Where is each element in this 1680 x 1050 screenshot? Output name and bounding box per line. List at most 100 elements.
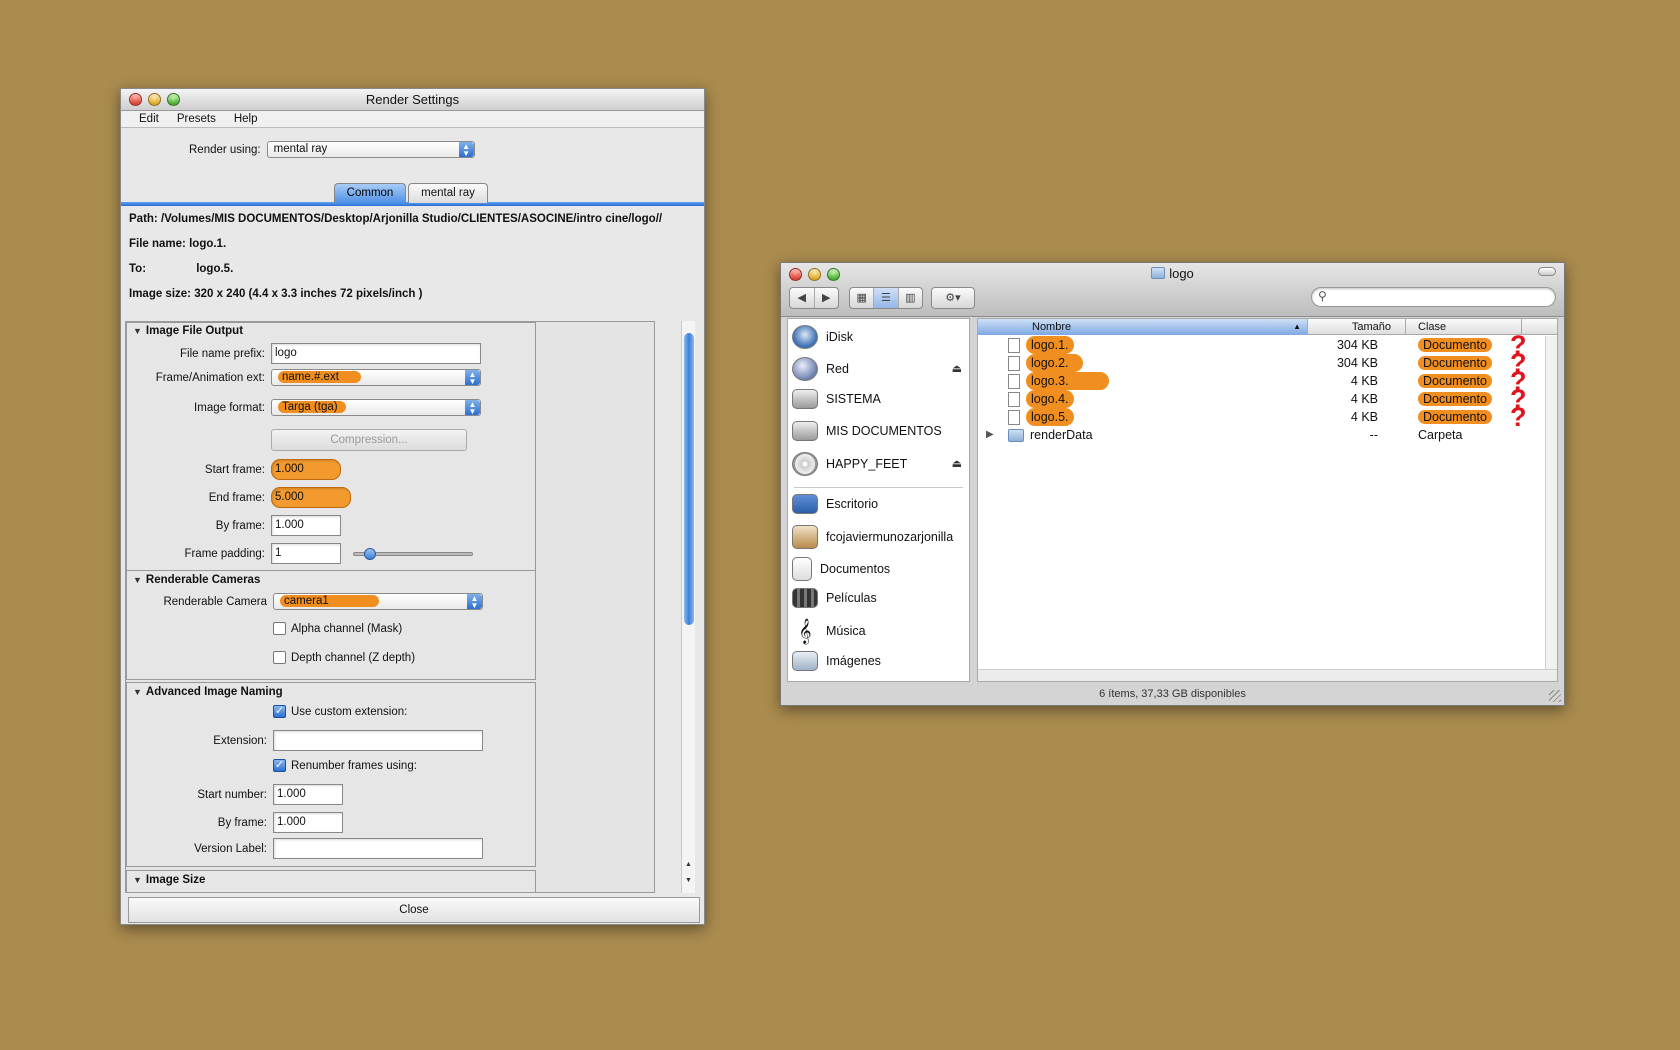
disclosure-right-icon[interactable]: ▶ xyxy=(986,426,994,444)
scroll-up-icon[interactable]: ▲ xyxy=(685,861,692,868)
close-button[interactable]: Close xyxy=(128,897,700,923)
movies-icon xyxy=(792,588,818,608)
custom-extension-checkbox[interactable]: ✓ Use custom extension: xyxy=(273,705,407,718)
renderable-cameras-section: ▼ Renderable Cameras Renderable Camera ca… xyxy=(126,570,536,680)
checkbox-empty-icon[interactable] xyxy=(273,622,286,635)
icon-view-icon[interactable]: ▦ xyxy=(850,288,875,308)
ext-select[interactable]: name.#.ext ▲ ▼ xyxy=(271,369,481,386)
column-nombre[interactable]: Nombre ▲ xyxy=(978,319,1308,335)
status-bar: 6 ítems, 37,33 GB disponibles xyxy=(1099,688,1246,700)
slider-knob[interactable] xyxy=(364,547,376,560)
file-list: Nombre ▲ Tamaño Clase logo.1. 304 KB Doc… xyxy=(977,318,1558,682)
sidebar-item-happy-feet[interactable]: HAPPY_FEET ⏏ xyxy=(792,452,966,476)
menu-help[interactable]: Help xyxy=(234,111,258,127)
eject-icon[interactable]: ⏏ xyxy=(952,362,962,375)
sidebar-item-musica[interactable]: 𝄞 Música xyxy=(792,619,866,643)
padding-input[interactable]: 1 xyxy=(271,543,341,564)
image-size-header[interactable]: ▼ Image Size xyxy=(133,874,205,886)
eject-icon[interactable]: ⏏ xyxy=(952,457,962,470)
sidebar-item-idisk[interactable]: iDisk xyxy=(792,325,853,349)
file-size: 4 KB xyxy=(1350,392,1378,406)
file-row-logo-3[interactable]: logo.3. 4 KB Documento ? xyxy=(978,368,1557,395)
by-frame-number-input[interactable]: 1.000 xyxy=(273,812,343,833)
file-kind: Carpeta xyxy=(1418,428,1463,442)
extension-input[interactable] xyxy=(273,730,483,751)
file-name: logo.3. xyxy=(1026,372,1109,390)
list-view-icon[interactable]: ☰ xyxy=(874,288,899,308)
file-kind: Documento xyxy=(1418,374,1492,388)
documents-icon xyxy=(792,557,812,581)
start-number-row: Start number: 1.000 xyxy=(127,784,343,805)
sidebar-item-mis-documentos[interactable]: MIS DOCUMENTOS xyxy=(792,421,942,441)
render-titlebar[interactable]: Render Settings xyxy=(121,89,704,111)
column-tamano[interactable]: Tamaño xyxy=(1308,319,1406,335)
depth-channel-checkbox[interactable]: Depth channel (Z depth) xyxy=(273,651,415,664)
action-button[interactable]: ⚙▾ xyxy=(931,287,975,309)
hard-drive-icon xyxy=(792,421,818,441)
forward-arrow-icon[interactable]: ▶ xyxy=(815,288,839,308)
scroll-down-icon[interactable]: ▼ xyxy=(685,877,692,884)
camera-select[interactable]: camera1 ▲ ▼ xyxy=(273,593,483,610)
menu-edit[interactable]: Edit xyxy=(139,111,159,127)
format-select[interactable]: Targa (tga) ▲ ▼ xyxy=(271,399,481,416)
sidebar-label: Música xyxy=(826,624,866,638)
start-frame-input[interactable]: 1.000 xyxy=(271,459,341,480)
renumber-frames-checkbox[interactable]: ✓ Renumber frames using: xyxy=(273,759,417,772)
sidebar-item-documentos[interactable]: Documentos xyxy=(792,557,890,581)
sidebar-label: iDisk xyxy=(826,330,854,344)
disclosure-down-icon: ▼ xyxy=(133,687,142,697)
sidebar-item-imagenes[interactable]: Imágenes xyxy=(792,651,881,671)
version-label-input[interactable] xyxy=(273,838,483,859)
prefix-input[interactable]: logo xyxy=(271,343,481,364)
finder-window: logo ◀ ▶ ▦ ☰ ▥ ⚙▾ ⚲ iDisk Red ⏏ SISTEMA … xyxy=(780,262,1565,706)
search-input[interactable]: ⚲ xyxy=(1311,287,1556,307)
column-view-icon[interactable]: ▥ xyxy=(899,288,922,308)
file-name: logo.5. xyxy=(1026,408,1074,426)
renderer-select[interactable]: mental ray ▲ ▼ xyxy=(266,141,475,158)
home-icon xyxy=(792,525,818,549)
sidebar-item-peliculas[interactable]: Películas xyxy=(792,588,877,608)
column-clase[interactable]: Clase xyxy=(1406,319,1522,335)
list-vertical-scrollbar[interactable] xyxy=(1545,336,1557,681)
path-label: Path: xyxy=(129,213,158,225)
sidebar-item-sistema[interactable]: SISTEMA xyxy=(792,389,881,409)
back-arrow-icon[interactable]: ◀ xyxy=(790,288,815,308)
file-row-renderdata[interactable]: ▶ renderData -- Carpeta xyxy=(978,426,1557,444)
render-using-row: Render using: mental ray ▲ ▼ xyxy=(189,141,475,158)
padding-slider[interactable] xyxy=(353,547,473,560)
toolbar-toggle-button[interactable] xyxy=(1538,267,1556,276)
file-size: 4 KB xyxy=(1350,374,1378,388)
image-file-output-header[interactable]: ▼ Image File Output xyxy=(133,325,243,337)
file-row-logo-2[interactable]: logo.2. 304 KB Documento ? xyxy=(978,350,1557,377)
menu-presets[interactable]: Presets xyxy=(177,111,216,127)
tab-common[interactable]: Common xyxy=(334,183,406,203)
list-horizontal-scrollbar[interactable] xyxy=(978,669,1557,681)
resize-grip-icon[interactable] xyxy=(1549,690,1561,702)
vertical-scrollbar[interactable]: ▲ ▼ xyxy=(681,321,695,893)
finder-titlebar[interactable]: logo ◀ ▶ ▦ ☰ ▥ ⚙▾ ⚲ xyxy=(781,263,1564,317)
idisk-icon xyxy=(792,325,818,349)
sidebar-item-escritorio[interactable]: Escritorio xyxy=(792,494,878,514)
settings-panel: ▼ Image File Output File name prefix: log… xyxy=(125,321,655,893)
scroll-thumb[interactable] xyxy=(684,333,694,625)
column-header: Nombre ▲ Tamaño Clase xyxy=(978,319,1557,335)
sidebar-item-red[interactable]: Red ⏏ xyxy=(792,357,966,381)
alpha-channel-checkbox[interactable]: Alpha channel (Mask) xyxy=(273,622,402,635)
advanced-naming-header[interactable]: ▼ Advanced Image Naming xyxy=(133,686,283,698)
image-size-value: 320 x 240 (4.4 x 3.3 inches 72 pixels/in… xyxy=(194,288,423,300)
start-number-input[interactable]: 1.000 xyxy=(273,784,343,805)
by-frame-input[interactable]: 1.000 xyxy=(271,515,341,536)
question-mark: ? xyxy=(1510,402,1527,432)
compression-button[interactable]: Compression... xyxy=(271,429,467,451)
file-row-logo-4[interactable]: logo.4. 4 KB Documento ? xyxy=(978,386,1557,413)
checkmark-icon[interactable]: ✓ xyxy=(273,759,286,772)
file-row-logo-1[interactable]: logo.1. 304 KB Documento ? xyxy=(978,332,1557,359)
checkbox-empty-icon[interactable] xyxy=(273,651,286,664)
renderable-cameras-header[interactable]: ▼ Renderable Cameras xyxy=(133,574,260,586)
file-row-logo-5[interactable]: logo.5. 4 KB Documento ? xyxy=(978,402,1557,432)
sidebar-item-home[interactable]: fcojaviermunozarjonilla xyxy=(792,525,953,549)
renumber-frames-label: Renumber frames using: xyxy=(291,759,417,772)
tab-mental-ray[interactable]: mental ray xyxy=(408,183,488,203)
end-frame-input[interactable]: 5.000 xyxy=(271,487,351,508)
checkmark-icon[interactable]: ✓ xyxy=(273,705,286,718)
